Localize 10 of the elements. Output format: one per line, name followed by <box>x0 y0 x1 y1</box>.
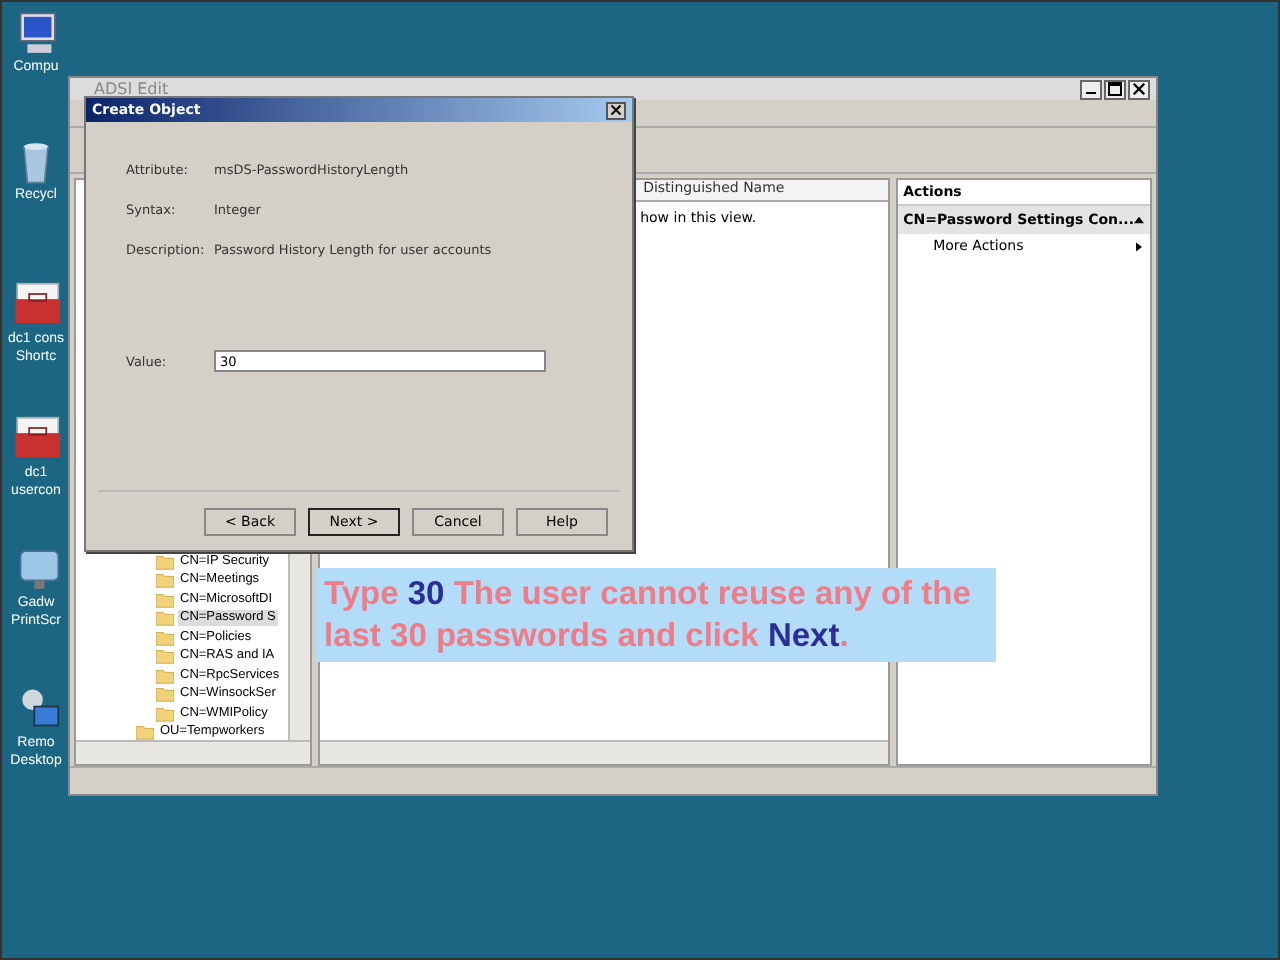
instruction-text: Type 30 The user cannot reuse any of the last 30 passwords and click Next. <box>324 573 973 657</box>
horizontal-scrollbar[interactable] <box>320 740 888 764</box>
close-icon[interactable] <box>606 101 626 119</box>
submenu-arrow-icon <box>1136 241 1142 251</box>
minimize-icon[interactable] <box>1080 79 1102 99</box>
window-title: ADSI Edit <box>94 80 169 98</box>
collapse-icon[interactable] <box>1134 216 1144 224</box>
horizontal-scrollbar[interactable] <box>76 740 311 764</box>
maximize-icon[interactable] <box>1104 79 1126 99</box>
close-icon[interactable] <box>1128 79 1150 99</box>
